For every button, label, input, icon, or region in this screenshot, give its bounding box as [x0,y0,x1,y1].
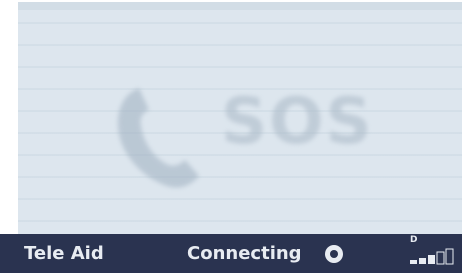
signal-bar-4 [436,251,445,265]
signal-indicator: D [406,234,462,273]
signal-bar-2 [419,258,426,264]
phone-icon [117,88,199,188]
main-screen: SOS [18,2,462,234]
signal-strength-icon [410,248,454,265]
connection-status: Connecting [187,243,302,264]
signal-bar-1 [410,260,417,264]
signal-bar-3 [428,255,435,264]
app-name: Tele Aid [24,243,104,264]
record-icon [325,245,343,263]
signal-bar-5 [445,248,454,265]
tele-aid-display: SOS Tele Aid Connecting D [0,0,462,273]
status-bar: Tele Aid Connecting D [0,234,462,273]
network-label: D [410,235,418,245]
sos-text: SOS [221,85,374,159]
sos-watermark: SOS [113,82,393,192]
